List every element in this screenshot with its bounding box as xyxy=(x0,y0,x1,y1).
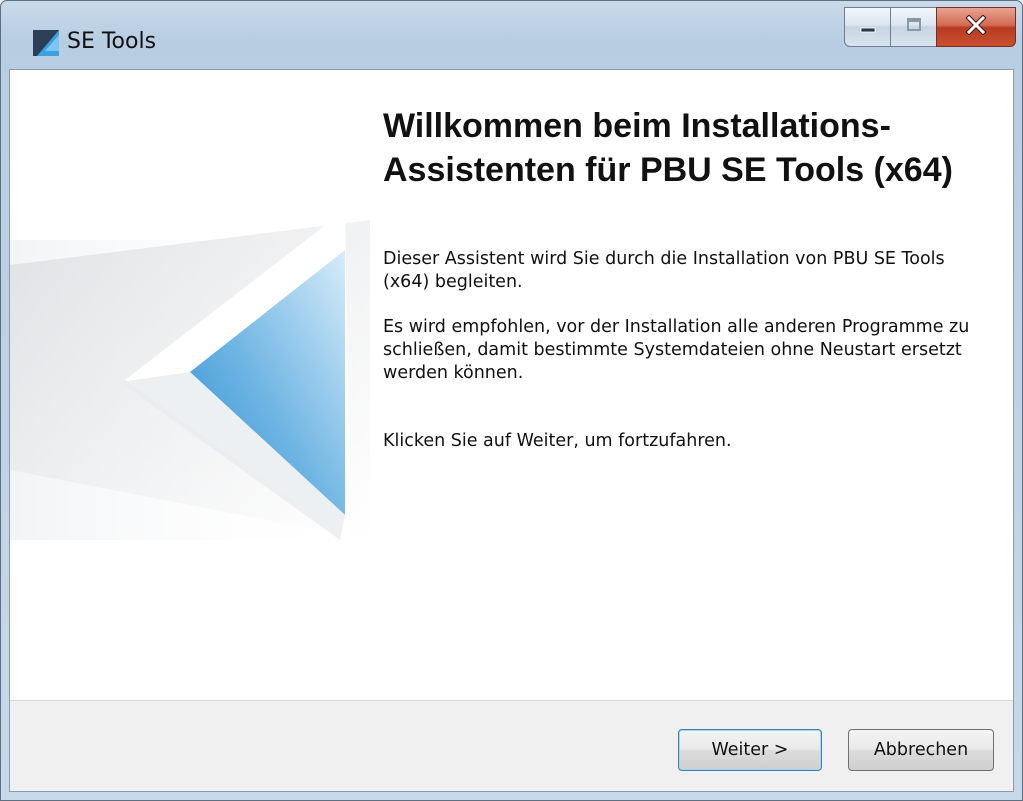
close-icon xyxy=(965,14,987,39)
welcome-heading: Willkommen beim Installations- Assistent… xyxy=(383,107,953,189)
minimize-button[interactable] xyxy=(844,7,890,47)
minimize-icon xyxy=(859,18,877,37)
wizard-client-area: Willkommen beim Installations- Assistent… xyxy=(9,69,1014,792)
maximize-button[interactable] xyxy=(890,7,936,47)
intro-paragraph: Dieser Assistent wird Sie durch die Inst… xyxy=(383,249,945,292)
welcome-side-graphic xyxy=(10,70,370,700)
title-bar[interactable]: SE Tools xyxy=(1,1,1022,69)
installer-window: SE Tools Willkommen beim Installations- … xyxy=(0,0,1023,801)
recommendation-paragraph: Es wird empfohlen, vor der Installation … xyxy=(383,317,970,383)
close-button[interactable] xyxy=(936,7,1016,47)
window-controls xyxy=(844,7,1016,51)
wizard-button-bar: Weiter > Abbrechen xyxy=(10,700,1013,791)
maximize-icon xyxy=(905,17,923,37)
next-button[interactable]: Weiter > xyxy=(678,729,822,771)
window-title: SE Tools xyxy=(67,29,157,54)
continue-instruction: Klicken Sie auf Weiter, um fortzufahren. xyxy=(383,431,732,451)
installer-chevron-icon xyxy=(33,30,59,56)
cancel-button[interactable]: Abbrechen xyxy=(848,729,994,771)
